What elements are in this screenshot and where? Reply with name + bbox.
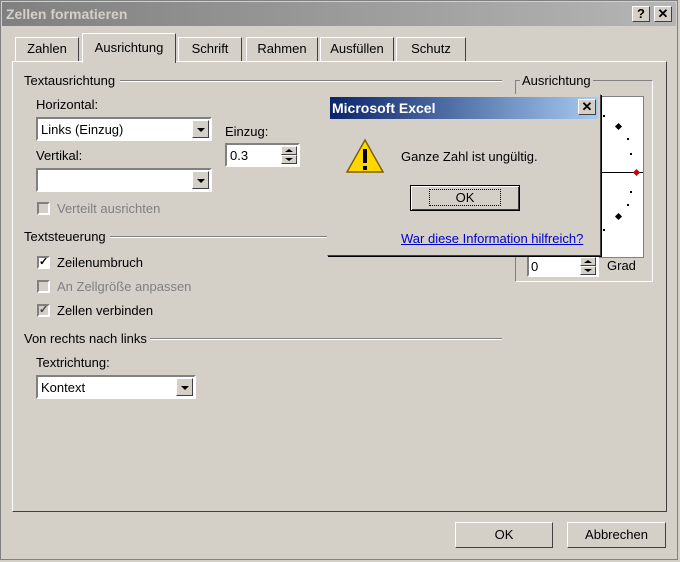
wrap-text-label: Zeilenumbruch (57, 255, 143, 270)
orientation-dot (614, 122, 623, 131)
message-box-close-button[interactable]: ✕ (578, 99, 596, 115)
orientation-group-label: Ausrichtung (520, 73, 593, 88)
indent-label: Einzug: (225, 124, 269, 139)
close-button[interactable]: ✕ (654, 6, 672, 22)
chevron-down-icon[interactable] (176, 378, 193, 396)
spin-down-icon[interactable] (281, 155, 297, 164)
vertical-label: Vertikal: (36, 148, 83, 163)
degrees-value: 0 (531, 259, 539, 274)
text-direction-value: Kontext (41, 380, 86, 395)
spin-down-icon[interactable] (580, 266, 596, 275)
orientation-dot (614, 212, 623, 221)
degrees-label: Grad (607, 258, 636, 273)
orientation-tick (630, 191, 632, 193)
text-direction-select[interactable]: Kontext (36, 375, 196, 399)
message-box-title: Microsoft Excel (332, 100, 436, 116)
chevron-down-icon[interactable] (192, 171, 209, 189)
group-divider (150, 338, 502, 340)
error-message-box: Microsoft Excel ✕ Ganze Zahl ist ungülti… (327, 94, 601, 256)
merge-cells-label: Zellen verbinden (57, 303, 154, 318)
orientation-tick (603, 229, 605, 231)
message-ok-button[interactable]: OK (410, 185, 520, 211)
spin-up-icon[interactable] (580, 257, 596, 266)
distributed-checkbox[interactable] (37, 202, 50, 215)
tab-ausfuellen[interactable]: Ausfüllen (320, 37, 394, 61)
orientation-tick (627, 204, 629, 206)
dialog-title-bar: Zellen formatieren ? ✕ (2, 2, 676, 26)
vertical-select[interactable] (36, 168, 212, 192)
shrink-to-fit-label: An Zellgröße anpassen (57, 279, 192, 294)
group-divider (110, 236, 328, 238)
orientation-tick (627, 138, 629, 140)
spin-up-icon[interactable] (281, 146, 297, 155)
tab-schutz[interactable]: Schutz (396, 37, 466, 61)
horizontal-label: Horizontal: (36, 97, 99, 112)
indent-value: 0.3 (230, 148, 249, 163)
tab-ausrichtung[interactable]: Ausrichtung (82, 33, 176, 63)
horizontal-select[interactable]: Links (Einzug) (36, 117, 212, 141)
orientation-tick (603, 115, 605, 117)
chevron-down-icon[interactable] (192, 120, 209, 138)
group-divider (120, 80, 502, 82)
shrink-to-fit-checkbox[interactable] (37, 280, 50, 293)
cancel-button[interactable]: Abbrechen (567, 522, 666, 548)
tab-zahlen[interactable]: Zahlen (15, 37, 79, 61)
horizontal-select-value: Links (Einzug) (41, 122, 124, 137)
helpful-link[interactable]: War diese Information hilfreich? (401, 231, 583, 246)
rtl-group-label: Von rechts nach links (24, 331, 147, 346)
help-button[interactable]: ? (632, 6, 650, 22)
text-direction-label: Textrichtung: (36, 355, 110, 370)
warning-icon (345, 138, 385, 173)
tab-rahmen[interactable]: Rahmen (246, 37, 318, 61)
merge-cells-checkbox[interactable]: ✓ (37, 304, 50, 317)
orientation-dial[interactable] (598, 96, 644, 258)
degrees-spinner[interactable]: 0 (527, 254, 599, 277)
orientation-tick (630, 153, 632, 155)
distributed-label: Verteilt ausrichten (57, 201, 161, 216)
indent-spinner[interactable]: 0.3 (225, 143, 300, 167)
wrap-text-checkbox[interactable]: ✓ (37, 256, 50, 269)
message-box-title-bar: Microsoft Excel ✕ (330, 97, 598, 119)
ok-button[interactable]: OK (455, 522, 553, 548)
text-alignment-group-label: Textausrichtung (24, 73, 116, 88)
message-ok-label: OK (428, 189, 502, 206)
message-text: Ganze Zahl ist ungültig. (401, 149, 538, 164)
dialog-title: Zellen formatieren (6, 6, 128, 22)
tab-schrift[interactable]: Schrift (178, 37, 242, 61)
orientation-handle[interactable] (632, 168, 641, 177)
text-control-group-label: Textsteuerung (24, 229, 106, 244)
